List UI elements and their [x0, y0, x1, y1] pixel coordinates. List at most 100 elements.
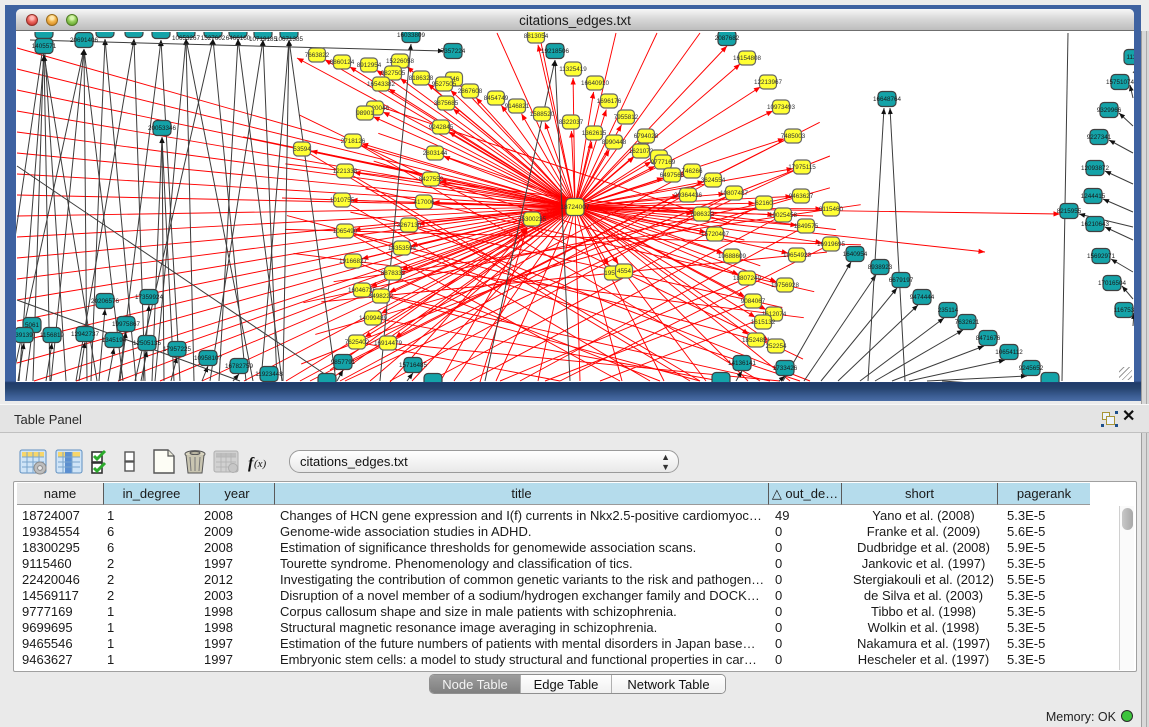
svg-text:16782759: 16782759 — [225, 363, 254, 370]
svg-text:2087682: 2087682 — [715, 35, 740, 42]
svg-text:6679197: 6679197 — [889, 277, 914, 284]
svg-text:16543382: 16543382 — [367, 81, 396, 88]
svg-text:16640910: 16640910 — [581, 80, 610, 87]
svg-text:20364436: 20364436 — [674, 192, 703, 199]
svg-text:2803144: 2803144 — [423, 150, 448, 157]
svg-text:9474444: 9474444 — [910, 294, 935, 301]
svg-text:7625402: 7625402 — [345, 339, 370, 346]
svg-text:18807249: 18807249 — [733, 275, 762, 282]
svg-text:1640954: 1640954 — [843, 251, 868, 258]
svg-text:8990448: 8990448 — [602, 139, 627, 146]
svg-text:9115460: 9115460 — [819, 206, 844, 213]
svg-text:10756928: 10756928 — [771, 282, 800, 289]
svg-text:18724007: 18724007 — [561, 204, 590, 211]
svg-text:8322037: 8322037 — [559, 119, 584, 126]
svg-text:(x): (x) — [254, 458, 267, 470]
svg-text:7632621: 7632621 — [955, 319, 980, 326]
svg-text:17975115: 17975115 — [788, 164, 816, 171]
svg-text:8427552: 8427552 — [419, 176, 444, 183]
svg-text:1362615: 1362615 — [582, 130, 607, 137]
svg-text:62160: 62160 — [755, 200, 773, 207]
svg-text:3624554: 3624554 — [701, 177, 726, 184]
svg-text:10958107: 10958107 — [194, 355, 223, 362]
svg-text:7663822: 7663822 — [305, 52, 330, 59]
svg-text:8186328: 8186328 — [409, 75, 434, 82]
svg-text:3875685: 3875685 — [434, 100, 459, 107]
svg-text:19975867: 19975867 — [112, 321, 141, 328]
svg-text:16033809: 16033809 — [397, 32, 426, 39]
svg-text:9245652: 9245652 — [1019, 365, 1044, 372]
svg-text:12505135: 12505135 — [133, 340, 162, 347]
svg-text:16914479: 16914479 — [374, 340, 403, 347]
svg-text:235114: 235114 — [938, 307, 959, 314]
svg-text:3498222: 3498222 — [369, 293, 394, 300]
svg-text:1527602: 1527602 — [201, 35, 226, 42]
svg-text:15692971: 15692971 — [1087, 253, 1116, 260]
svg-text:9329966: 9329966 — [1097, 107, 1122, 114]
svg-text:1010755: 1010755 — [330, 197, 355, 204]
svg-text:20691406: 20691406 — [70, 37, 99, 44]
svg-text:9527505: 9527505 — [432, 81, 457, 88]
svg-text:14353594: 14353594 — [388, 245, 417, 252]
svg-text:1065490: 1065490 — [333, 228, 358, 235]
svg-text:9827505: 9827505 — [381, 70, 406, 77]
svg-text:1221338: 1221338 — [333, 168, 358, 175]
svg-text:4554: 4554 — [617, 268, 632, 275]
svg-text:7955812: 7955812 — [614, 114, 639, 121]
svg-text:16919695: 16919695 — [817, 241, 846, 248]
svg-text:17359924: 17359924 — [135, 294, 164, 301]
svg-text:2718126: 2718126 — [341, 138, 366, 145]
svg-text:116753: 116753 — [1114, 307, 1134, 314]
svg-text:9857791: 9857791 — [331, 359, 356, 366]
svg-text:15720407: 15720407 — [701, 231, 730, 238]
svg-text:1405571: 1405571 — [32, 43, 57, 50]
svg-text:98901: 98901 — [356, 110, 374, 117]
svg-text:1345194: 1345194 — [102, 337, 127, 344]
svg-text:9242845: 9242845 — [429, 124, 454, 131]
svg-text:17016504: 17016504 — [1098, 280, 1127, 287]
svg-text:1588520: 1588520 — [530, 111, 555, 118]
svg-text:1696176: 1696176 — [597, 98, 622, 105]
svg-text:10807487: 10807487 — [720, 190, 749, 197]
svg-text:9777169: 9777169 — [651, 159, 676, 166]
svg-text:8471676: 8471676 — [976, 335, 1001, 342]
svg-text:14136141: 14136141 — [728, 360, 757, 367]
svg-text:252254: 252254 — [765, 343, 787, 350]
svg-text:12213967: 12213967 — [754, 79, 783, 86]
svg-text:53594: 53594 — [293, 146, 311, 153]
svg-text:20206576: 20206576 — [91, 298, 120, 305]
svg-text:7357224: 7357224 — [441, 48, 466, 55]
svg-text:15751074: 15751074 — [1106, 79, 1134, 86]
svg-text:1615132: 1615132 — [751, 319, 776, 326]
svg-text:9227341: 9227341 — [1087, 134, 1112, 141]
svg-text:10688609: 10688609 — [718, 253, 747, 260]
svg-text:8878332: 8878332 — [381, 270, 406, 277]
svg-text:1156819: 1156819 — [40, 332, 65, 339]
svg-text:7986322: 7986322 — [690, 211, 715, 218]
svg-text:10719185: 10719185 — [249, 36, 278, 43]
svg-text:14099489: 14099489 — [359, 315, 388, 322]
svg-text:1244415: 1244415 — [1081, 193, 1106, 200]
svg-text:10654112: 10654112 — [995, 349, 1023, 356]
svg-text:16210643: 16210643 — [1081, 221, 1110, 228]
svg-text:16648764: 16648764 — [873, 96, 902, 103]
svg-text:7485003: 7485003 — [781, 133, 806, 140]
svg-text:9463627: 9463627 — [789, 193, 814, 200]
svg-text:10025458: 10025458 — [769, 212, 798, 219]
svg-text:417006: 417006 — [413, 199, 435, 206]
svg-text:19218506: 19218506 — [541, 48, 570, 55]
svg-text:16154808: 16154808 — [733, 55, 762, 62]
svg-text:15716485: 15716485 — [399, 362, 428, 369]
svg-text:1733426: 1733426 — [773, 365, 798, 372]
svg-text:25300235: 25300235 — [518, 216, 547, 223]
svg-text:17957225: 17957225 — [163, 346, 192, 353]
svg-text:8912954: 8912954 — [357, 62, 382, 69]
svg-text:8813054: 8813054 — [524, 33, 549, 40]
svg-text:15226058: 15226058 — [386, 58, 415, 65]
svg-text:10653267: 10653267 — [172, 35, 201, 42]
svg-text:10973493: 10973493 — [767, 104, 796, 111]
svg-text:12093872: 12093872 — [1081, 165, 1110, 172]
svg-text:1849575: 1849575 — [794, 223, 819, 230]
svg-text:9146821: 9146821 — [505, 103, 530, 110]
svg-text:3267130: 3267130 — [397, 222, 422, 229]
